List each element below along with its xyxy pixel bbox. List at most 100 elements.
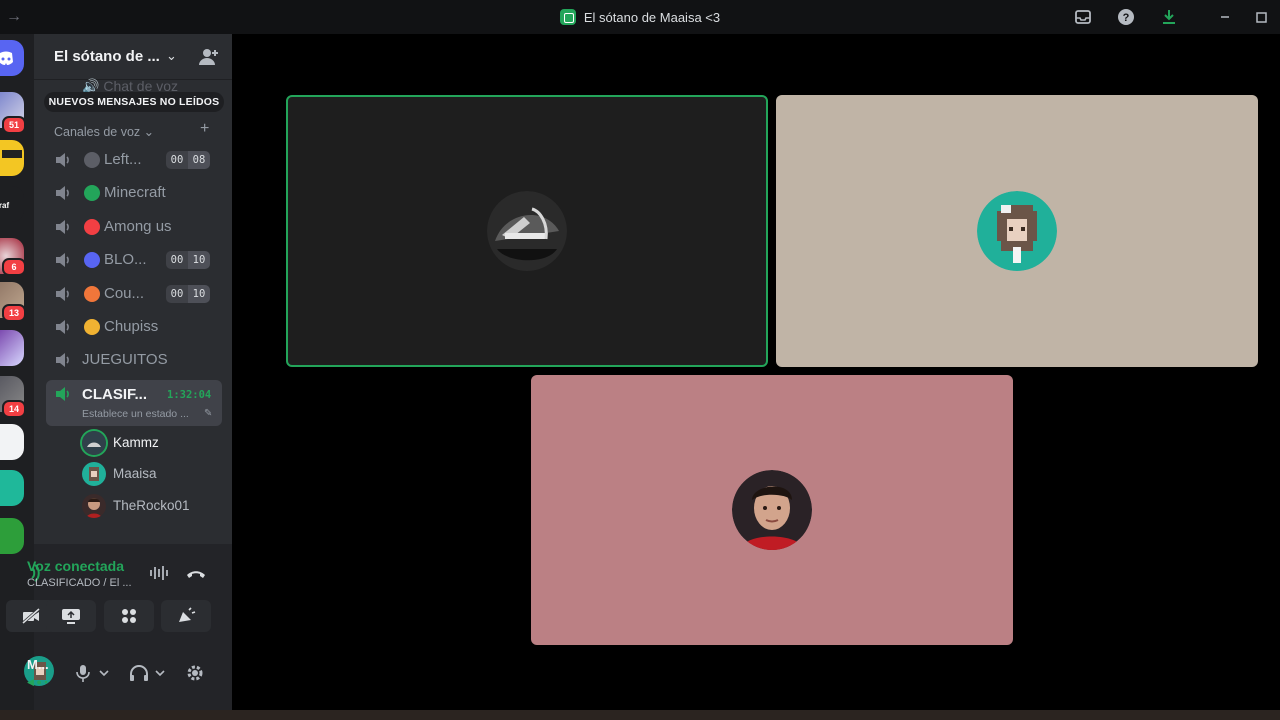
maximize-icon[interactable] <box>1252 8 1270 26</box>
speaker-icon <box>56 387 69 401</box>
participant-tile-therocko01[interactable] <box>531 375 1013 645</box>
channel-name: BLO... <box>104 251 147 268</box>
channel-name: Among us <box>104 218 172 235</box>
channel-name: Chupiss <box>104 318 159 335</box>
speaker-icon <box>56 186 69 200</box>
voice-channel-among-us[interactable]: Among us <box>46 212 222 242</box>
discord-home-icon[interactable] <box>0 40 24 76</box>
download-icon[interactable] <box>1160 8 1178 26</box>
inbox-icon[interactable] <box>1074 8 1092 26</box>
server-icon-6[interactable] <box>0 330 24 366</box>
server-name: El sótano de ... <box>54 48 160 65</box>
channel-name: CLASIF... <box>82 386 148 403</box>
activities-icon <box>122 609 136 623</box>
server-icon-2[interactable] <box>0 140 24 176</box>
unread-messages-banner[interactable]: NUEVOS MENSAJES NO LEÍDOS <box>44 92 224 112</box>
channel-name: Cou... <box>104 285 145 302</box>
user-count: 00 <box>166 285 188 303</box>
headphones-icon[interactable] <box>128 663 168 683</box>
username: TheRocko01 <box>113 498 190 513</box>
user-limit: 10 <box>188 251 210 269</box>
channel-emoji <box>84 319 100 335</box>
speaker-icon <box>56 320 69 334</box>
user-limit: 10 <box>188 285 210 303</box>
user-count: 00 <box>166 251 188 269</box>
user-limit-badge: 00 10 <box>166 285 210 303</box>
speaker-icon <box>56 287 69 301</box>
voice-channel-left[interactable]: Left... 00 08 <box>46 145 222 175</box>
voice-channel-minecraft[interactable]: Minecraft <box>46 178 222 208</box>
avatar <box>977 191 1057 271</box>
avatar <box>487 191 567 271</box>
channel-status[interactable]: Establece un estado ... <box>82 408 189 420</box>
microphone-icon[interactable] <box>74 663 112 683</box>
plus-icon[interactable]: + <box>200 120 209 138</box>
server-icon-9[interactable] <box>0 470 24 506</box>
screen-share-icon <box>62 609 80 624</box>
settings-icon[interactable] <box>185 663 205 683</box>
voice-connected-label[interactable]: Voz conectada <box>27 558 124 574</box>
speaker-icon <box>56 220 69 234</box>
unread-badge: 6 <box>2 258 26 276</box>
add-member-icon[interactable] <box>198 46 220 68</box>
user-limit: 08 <box>188 151 210 169</box>
user-status-icons: ◀ ● ▪ <box>27 677 48 687</box>
screen-share-button[interactable] <box>46 600 96 632</box>
username: Maaisa <box>113 466 157 481</box>
os-taskbar <box>0 710 1280 720</box>
window-title-text: El sótano de Maaisa <3 <box>583 9 721 25</box>
participant-tile-kammz[interactable] <box>286 95 768 367</box>
server-header[interactable]: El sótano de ... ⌄ <box>34 34 232 80</box>
server-icon-10[interactable] <box>0 518 24 554</box>
svg-text:?: ? <box>1123 12 1130 24</box>
help-icon[interactable]: ? <box>1117 8 1135 26</box>
speaker-icon <box>56 253 69 267</box>
voice-panel: Voz conectada CLASIFICADO / El ... M... … <box>6 544 232 710</box>
unread-badge: 14 <box>2 400 26 418</box>
soundboard-button[interactable] <box>161 600 211 632</box>
voice-stage <box>232 34 1280 710</box>
channel-emoji <box>84 252 100 268</box>
speaker-icon <box>56 153 69 167</box>
channel-emoji <box>84 185 100 201</box>
user-name[interactable]: M... <box>27 657 49 672</box>
activities-button[interactable] <box>104 600 154 632</box>
user-limit-badge: 00 10 <box>166 251 210 269</box>
title-bar: → El sótano de Maaisa <3 ? <box>0 0 1280 34</box>
channel-name: Minecraft <box>104 184 166 201</box>
svg-text:ecraf: ecraf <box>0 201 9 210</box>
server-icon-3[interactable]: ecraf <box>0 186 24 222</box>
channel-name: JUEGUITOS <box>82 351 168 368</box>
channel-emoji <box>84 219 100 235</box>
channel-emoji <box>84 286 100 302</box>
avatar <box>82 462 106 486</box>
avatar <box>82 431 106 455</box>
voice-connected-channel[interactable]: CLASIFICADO / El ... <box>27 577 132 589</box>
noise-suppression-icon[interactable] <box>148 564 170 582</box>
voice-channel-active[interactable]: CLASIF... 1:32:04 Establece un estado ..… <box>46 380 222 426</box>
unread-badge: 13 <box>2 304 26 322</box>
user-limit-badge: 00 08 <box>166 151 210 169</box>
user-count: 00 <box>166 151 188 169</box>
minimize-icon[interactable] <box>1216 8 1234 26</box>
voice-channel-chupiss[interactable]: Chupiss <box>46 312 222 342</box>
participant-tile-maaisa[interactable] <box>776 95 1258 367</box>
chevron-down-icon: ⌄ <box>166 48 177 63</box>
disconnect-icon[interactable] <box>184 564 208 582</box>
voice-channel-cou[interactable]: Cou... 00 10 <box>46 279 222 309</box>
speaker-icon <box>56 353 69 367</box>
server-icon-8[interactable] <box>0 424 24 460</box>
voice-channel-jueguitos[interactable]: JUEGUITOS <box>46 345 222 375</box>
category-voice-channels[interactable]: Canales de voz ⌄ <box>54 124 154 139</box>
channel-emoji <box>84 152 100 168</box>
channel-name: Left... <box>104 151 142 168</box>
camera-off-icon <box>22 607 40 625</box>
call-timer: 1:32:04 <box>167 389 212 401</box>
username: Kammz <box>113 435 159 450</box>
soundboard-icon <box>179 607 196 622</box>
pencil-icon[interactable]: ✎ <box>204 408 212 419</box>
avatar <box>732 470 812 550</box>
voice-channel-blo[interactable]: BLO... 00 10 <box>46 245 222 275</box>
avatar <box>82 494 106 518</box>
server-icon <box>559 9 576 25</box>
